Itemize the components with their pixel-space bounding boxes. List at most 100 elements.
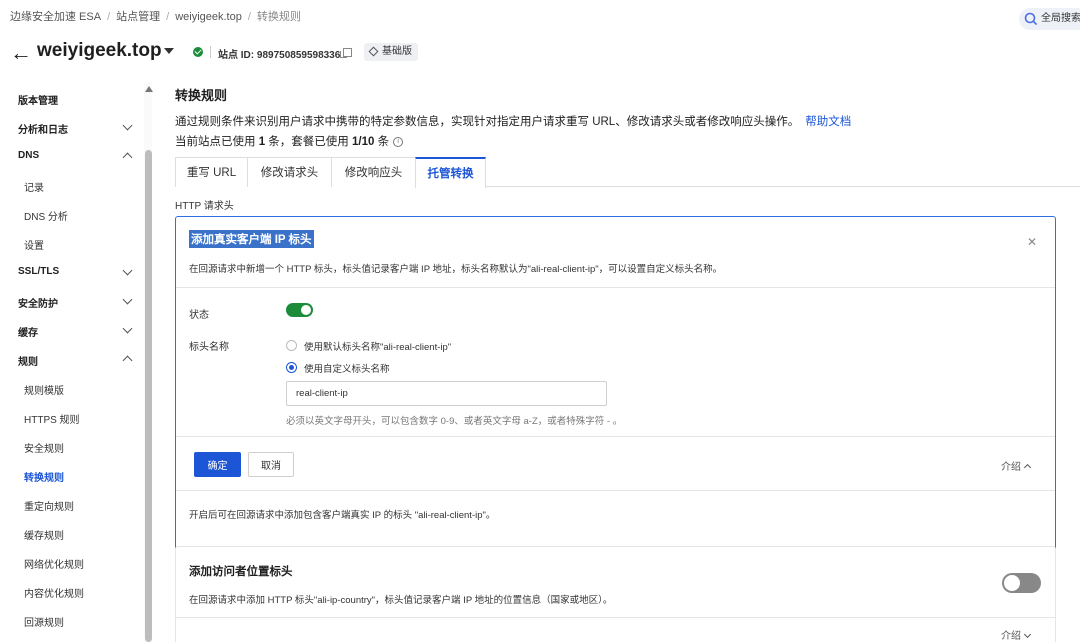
sidebar-item-label: 重定向规则 <box>24 502 74 513</box>
divider <box>176 617 1055 618</box>
sidebar-item-label: 缓存规则 <box>24 531 64 542</box>
sidebar-item-label: 设置 <box>24 241 44 252</box>
divider <box>176 436 1055 437</box>
back-arrow-icon[interactable]: ← <box>10 41 32 65</box>
tab-managed-transform[interactable]: 托管转换 <box>415 157 486 188</box>
breadcrumb-separator: / <box>247 11 251 23</box>
copy-icon[interactable] <box>340 48 352 58</box>
card-description: 在回源请求中添加 HTTP 标头"ali-ip-country"，标头值记录客户… <box>189 595 613 606</box>
tab-modify-response-header[interactable]: 修改响应头 <box>331 157 416 187</box>
chevron-down-icon <box>122 120 133 131</box>
sidebar-item-label: 规则 <box>18 357 38 368</box>
sidebar-item-label: DNS 分析 <box>24 212 68 223</box>
intro-text: 开启后可在回源请求中添加包含客户端真实 IP 的标头 "ali-real-cli… <box>189 510 496 521</box>
scroll-up-arrow-icon[interactable] <box>145 86 153 92</box>
sidebar-item-dns-records[interactable]: 记录 <box>24 179 144 194</box>
confirm-button[interactable]: 确定 <box>194 452 241 477</box>
status-toggle[interactable] <box>286 303 313 317</box>
sidebar-item-label: 转换规则 <box>24 473 64 484</box>
description-text: 通过规则条件来识别用户请求中携带的特定参数信息，实现针对指定用户请求重写 URL… <box>175 116 800 128</box>
diamond-icon <box>368 46 379 57</box>
sidebar-item-origin-rules[interactable]: 回源规则 <box>24 614 144 629</box>
cancel-button[interactable]: 取消 <box>248 452 294 477</box>
input-hint: 必须以英文字母开头，可以包含数字 0-9、或者英文字母 a-Z，或者特殊字符 -… <box>286 416 623 427</box>
divider <box>210 46 211 58</box>
sidebar-item-label: 内容优化规则 <box>24 589 84 600</box>
sidebar-item-dns[interactable]: DNS <box>18 150 138 163</box>
divider <box>176 287 1055 288</box>
sidebar-item-dns-analysis[interactable]: DNS 分析 <box>24 208 144 223</box>
site-id: 站点 ID: 989750859598336 <box>218 50 341 61</box>
breadcrumb-separator: / <box>166 11 170 23</box>
intro-toggle[interactable]: 介绍 <box>1001 627 1032 642</box>
chevron-up-icon <box>122 152 133 163</box>
sidebar-scroll-thumb[interactable] <box>145 150 152 642</box>
sidebar-item-redirect-rules[interactable]: 重定向规则 <box>24 498 144 513</box>
radio-custom-header-label[interactable]: 使用自定义标头名称 <box>304 361 390 375</box>
breadcrumb: 边缘安全加速 ESA / 站点管理 / weiyigeek.top / 转换规则 <box>10 8 301 24</box>
rule-tabs: 重写 URL 修改请求头 修改响应头 托管转换 <box>175 157 1080 188</box>
sidebar-item-version[interactable]: 版本管理 <box>18 92 138 107</box>
intro-label: 介绍 <box>1001 462 1021 473</box>
sidebar-item-transform-rules[interactable]: 转换规则 <box>24 469 144 484</box>
chevron-down-icon <box>122 265 133 276</box>
chevron-down-icon <box>122 294 133 305</box>
sidebar-item-cache-rules[interactable]: 缓存规则 <box>24 527 144 542</box>
sidebar-item-label: 记录 <box>24 183 44 194</box>
sidebar-item-label: HTTPS 规则 <box>24 415 80 426</box>
global-search-label: 全局搜索 <box>1041 13 1080 24</box>
header-name-label: 标头名称 <box>189 342 229 353</box>
global-search-button[interactable]: 全局搜索 <box>1019 8 1080 30</box>
sidebar-item-analytics[interactable]: 分析和日志 <box>18 120 138 136</box>
sidebar-item-ssl[interactable]: SSL/TLS <box>18 265 138 277</box>
tab-rewrite-url[interactable]: 重写 URL <box>175 157 248 187</box>
sidebar-item-security[interactable]: 安全防护 <box>18 294 138 310</box>
main-content: 转换规则 通过规则条件来识别用户请求中携带的特定参数信息，实现针对指定用户请求重… <box>175 82 1080 642</box>
close-icon[interactable]: ✕ <box>1027 235 1037 249</box>
usage-summary: 当前站点已使用 1 条，套餐已使用 1/10 条i <box>175 133 404 149</box>
sidebar-item-label: 版本管理 <box>18 96 58 107</box>
sidebar-item-content-rules[interactable]: 内容优化规则 <box>24 585 144 600</box>
chevron-up-icon <box>122 355 133 366</box>
sidebar-item-rules[interactable]: 规则 <box>18 353 138 368</box>
sidebar-item-label: 规则模版 <box>24 386 64 397</box>
sidebar-item-cache[interactable]: 缓存 <box>18 323 138 339</box>
sidebar-item-https-rules[interactable]: HTTPS 规则 <box>24 411 144 426</box>
sidebar-item-label: 分析和日志 <box>18 125 68 136</box>
divider <box>176 490 1055 491</box>
section-label-http-request-header: HTTP 请求头 <box>175 201 234 212</box>
page-title: 转换规则 <box>175 88 228 103</box>
page-description: 通过规则条件来识别用户请求中携带的特定参数信息，实现针对指定用户请求重写 URL… <box>175 113 851 129</box>
location-toggle[interactable] <box>1002 573 1041 593</box>
chevron-down-icon <box>122 323 133 334</box>
help-docs-link[interactable]: 帮助文档 <box>805 116 851 128</box>
visitor-location-card: 添加访问者位置标头 在回源请求中添加 HTTP 标头"ali-ip-countr… <box>175 546 1056 642</box>
radio-custom-header[interactable] <box>286 362 297 373</box>
sidebar-item-network-rules[interactable]: 网络优化规则 <box>24 556 144 571</box>
radio-default-header-label[interactable]: 使用默认标头名称"ali-real-client-ip" <box>304 339 451 353</box>
breadcrumb-current: 转换规则 <box>256 11 301 23</box>
site-name[interactable]: weiyigeek.top <box>37 40 162 62</box>
breadcrumb-item[interactable]: 站点管理 <box>116 8 160 24</box>
site-header: ← weiyigeek.top 站点 ID: 989750859598336 基… <box>0 38 1080 68</box>
sidebar-item-dns-settings[interactable]: 设置 <box>24 237 144 252</box>
card-description: 在回源请求中新增一个 HTTP 标头，标头值记录客户端 IP 地址，标头名称默认… <box>189 264 723 275</box>
sidebar: 版本管理 分析和日志 DNS 记录 DNS 分析 设置 SSL/TLS 安全防护… <box>0 82 157 642</box>
plan-label: 基础版 <box>382 46 412 57</box>
breadcrumb-separator: / <box>107 11 111 23</box>
sidebar-item-rule-templates[interactable]: 规则模版 <box>24 382 144 397</box>
sidebar-item-security-rules[interactable]: 安全规则 <box>24 440 144 455</box>
breadcrumb-item[interactable]: 边缘安全加速 ESA <box>10 8 101 24</box>
custom-header-name-input[interactable]: real-client-ip <box>286 381 607 406</box>
breadcrumb-item[interactable]: weiyigeek.top <box>175 11 242 23</box>
chevron-down-icon <box>1023 630 1032 639</box>
radio-default-header[interactable] <box>286 340 297 351</box>
info-icon[interactable]: i <box>393 136 404 147</box>
site-switch-caret-icon[interactable] <box>164 48 174 54</box>
status-ok-icon <box>193 47 203 57</box>
usage-mid: 条，套餐已使用 <box>265 136 352 148</box>
intro-toggle[interactable]: 介绍 <box>1001 458 1032 473</box>
tab-modify-request-header[interactable]: 修改请求头 <box>247 157 332 187</box>
search-icon <box>1024 12 1038 26</box>
usage-prefix: 当前站点已使用 <box>175 136 259 148</box>
